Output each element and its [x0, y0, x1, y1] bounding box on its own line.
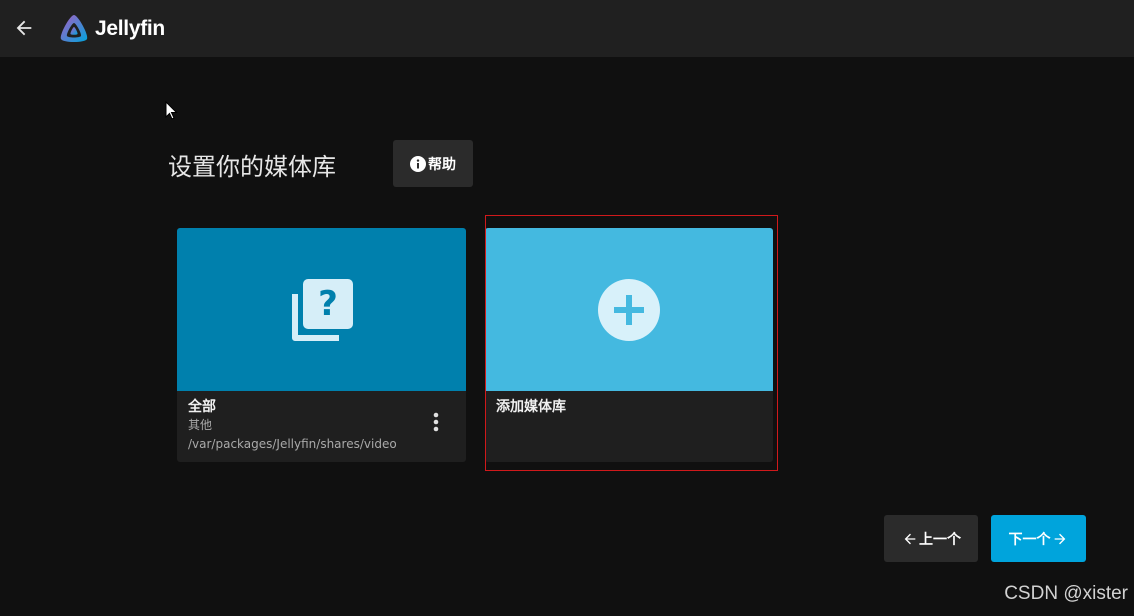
help-label: 帮助	[428, 156, 456, 173]
back-button[interactable]	[10, 14, 38, 42]
library-card-image[interactable]: ?	[177, 228, 466, 391]
arrow-left-icon	[16, 20, 32, 36]
next-label: 下一个	[1008, 531, 1051, 548]
svg-text:?: ?	[318, 284, 338, 324]
jellyfin-logo[interactable]: Jellyfin	[58, 13, 165, 45]
library-card[interactable]: ? 全部 其他 /var/packages/Jellyfin/shares/vi…	[177, 228, 466, 462]
library-name: 全部	[188, 399, 216, 415]
previous-button[interactable]: 上一个	[884, 515, 978, 562]
watermark: CSDN @xister	[1004, 583, 1128, 604]
library-card-footer: 全部 其他 /var/packages/Jellyfin/shares/vide…	[177, 391, 466, 461]
library-type: 其他	[188, 418, 213, 432]
library-path: /var/packages/Jellyfin/shares/video	[188, 437, 397, 451]
highlight-annotation	[485, 215, 778, 471]
more-options-button[interactable]	[426, 410, 446, 434]
jellyfin-logo-icon	[60, 15, 88, 42]
previous-label: 上一个	[919, 531, 961, 548]
app-name: Jellyfin	[95, 17, 165, 40]
page-title: 设置你的媒体库	[168, 153, 336, 181]
arrow-left-icon	[902, 531, 918, 547]
arrow-right-icon	[1052, 531, 1068, 547]
more-vert-icon	[433, 412, 439, 432]
header-bar: Jellyfin	[0, 0, 1134, 57]
next-button[interactable]: 下一个	[991, 515, 1086, 562]
info-icon	[410, 155, 426, 172]
help-button[interactable]: 帮助	[393, 140, 473, 187]
library-unknown-icon: ?	[291, 278, 353, 341]
mouse-cursor-icon	[165, 101, 178, 120]
